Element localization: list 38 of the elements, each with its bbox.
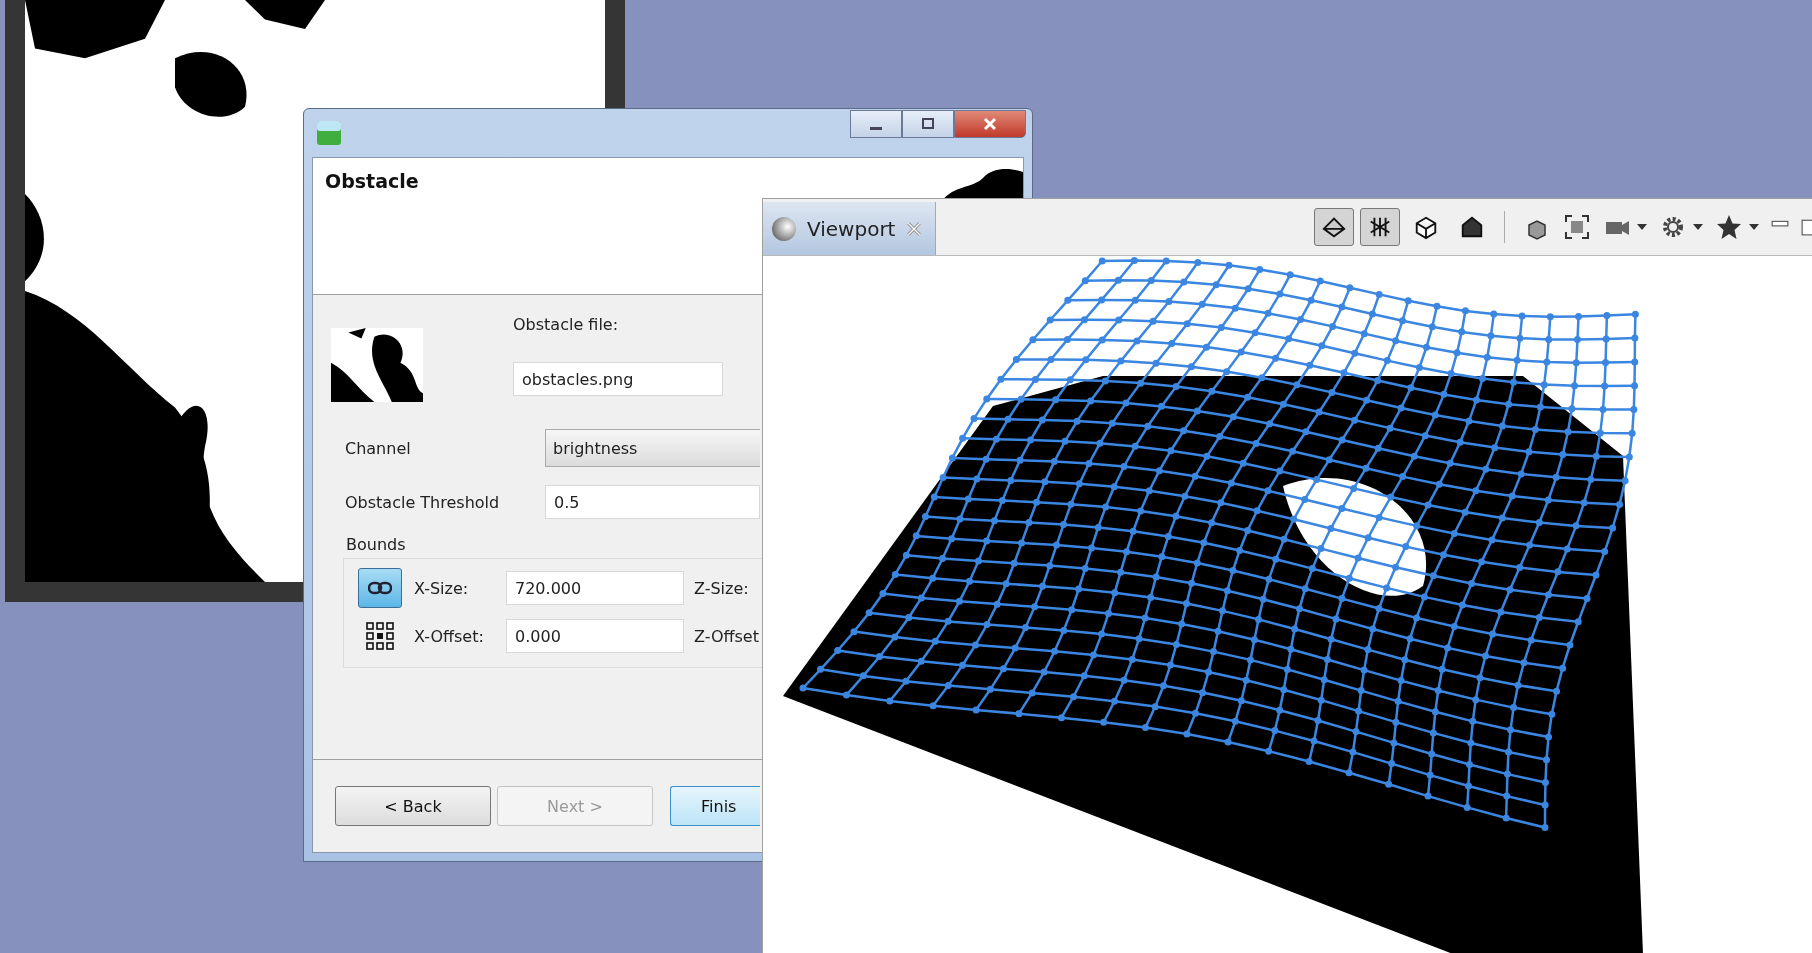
caret-icon[interactable] (1637, 224, 1647, 230)
bounds-label: X-Size: (414, 578, 470, 598)
wizard-button[interactable]: Finis (670, 786, 760, 826)
obstacle-file-field[interactable]: obstacles.png (513, 362, 723, 396)
bounds-field[interactable]: 0.000 (506, 619, 684, 653)
bounds-label: Z-Offset (694, 626, 759, 646)
caret-icon[interactable] (1749, 224, 1759, 230)
dialog-title: Obstacle (325, 170, 419, 192)
anchor-grid-icon[interactable] (366, 622, 394, 650)
channel-dropdown[interactable]: brightness (545, 429, 760, 467)
minimize-icon (870, 126, 882, 130)
box-outline-icon (1413, 214, 1439, 240)
view-mode-button[interactable] (1360, 208, 1400, 246)
viewport-tab-label: Viewport (807, 216, 896, 241)
star-icon[interactable] (1715, 213, 1743, 241)
channel-label: Channel (345, 438, 412, 458)
sphere-icon (771, 215, 797, 242)
frame-icon[interactable] (1563, 213, 1591, 241)
bounds-label: X-Offset: (414, 626, 485, 646)
chain-link-icon (368, 581, 392, 595)
minimize-button[interactable] (850, 110, 902, 138)
bounds-field[interactable]: 720.000 (506, 571, 684, 605)
caret-icon[interactable] (1693, 224, 1703, 230)
maximize-button[interactable] (902, 110, 954, 138)
close-button[interactable] (954, 110, 1026, 138)
threshold-field[interactable]: 0.5 (545, 485, 760, 519)
app-icon (316, 120, 342, 146)
obstacle-file-label: Obstacle file: (513, 315, 620, 334)
house-icon (1459, 214, 1485, 240)
link-toggle-button[interactable] (358, 568, 402, 608)
bounds-label: Z-Size: (694, 578, 749, 598)
viewport-tab[interactable]: Viewport (763, 202, 937, 255)
threshold-label: Obstacle Threshold (345, 492, 501, 512)
wizard-button[interactable]: < Back (335, 786, 491, 826)
view-mode-button[interactable] (1314, 208, 1354, 246)
close-icon (983, 117, 997, 131)
bounds-group-title: Bounds (346, 535, 407, 554)
maximize-icon (921, 117, 935, 131)
